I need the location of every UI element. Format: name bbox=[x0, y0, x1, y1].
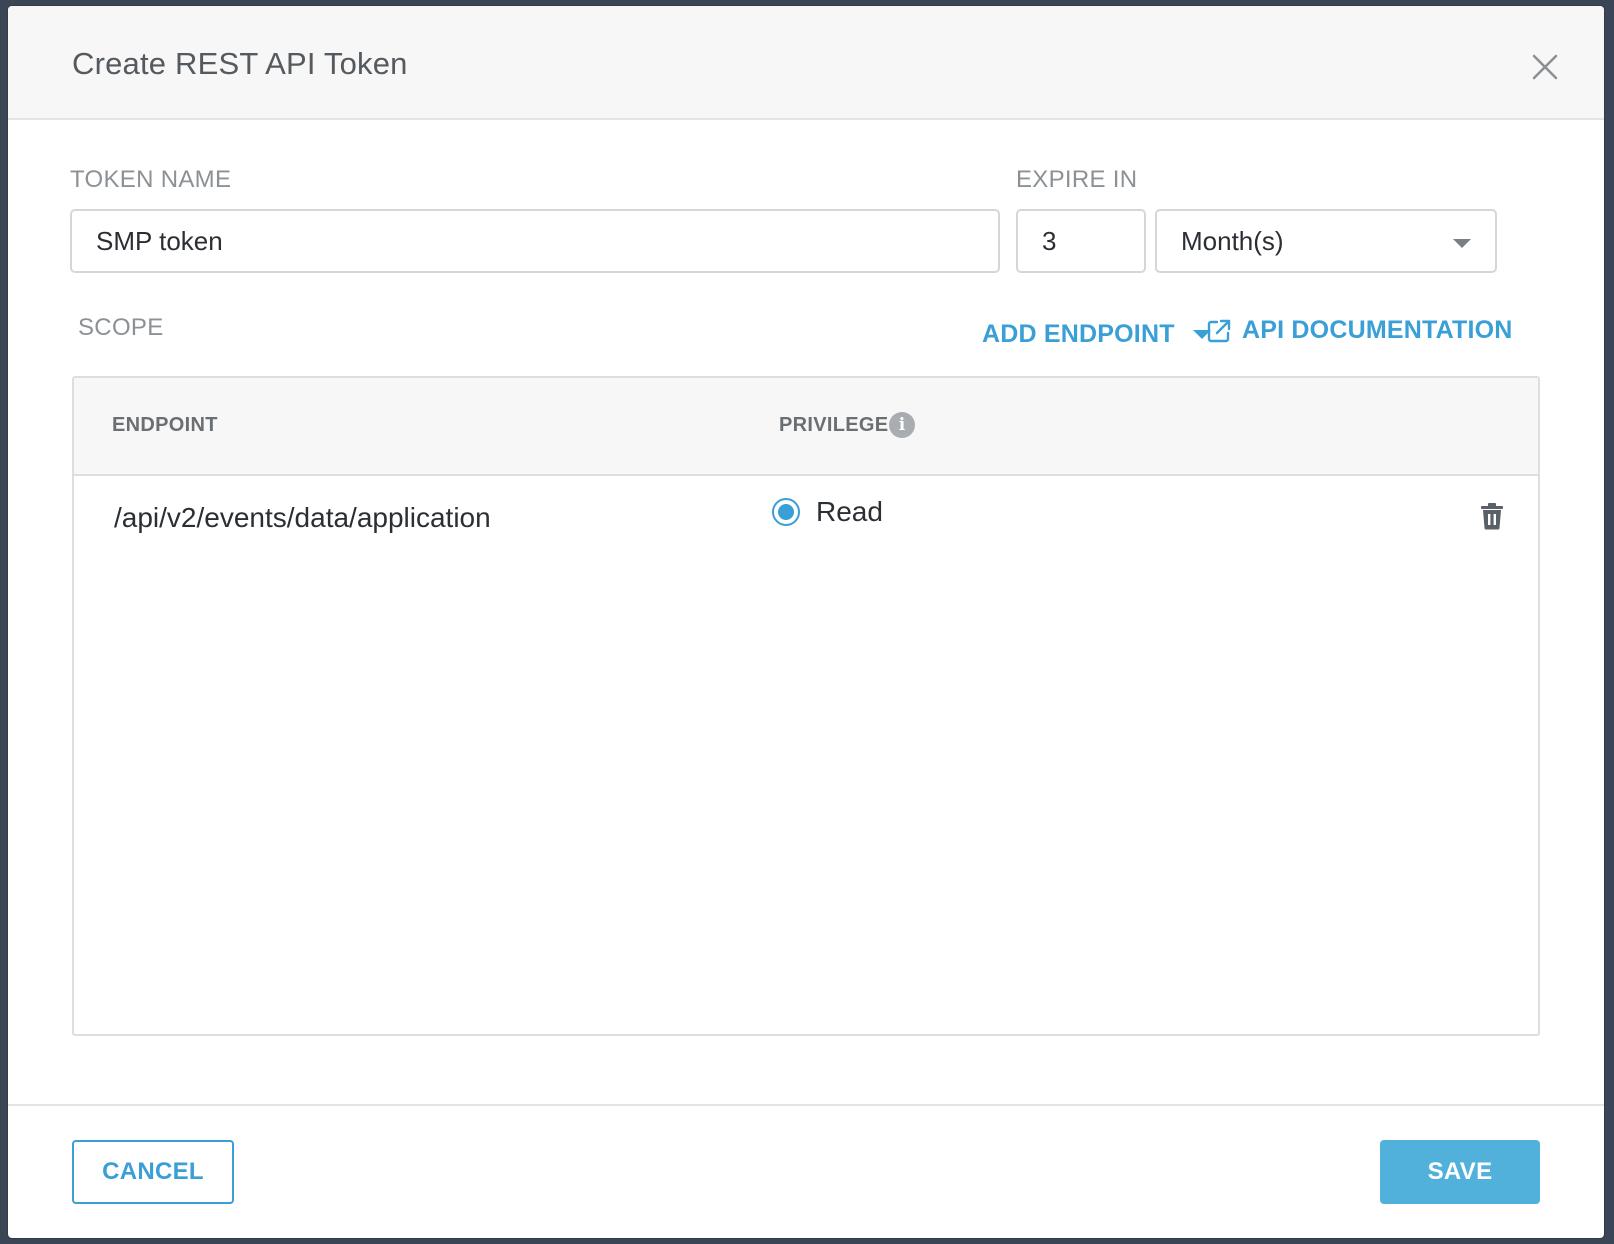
read-privilege-label: Read bbox=[816, 496, 883, 527]
table-header: ENDPOINT PRIVILEGE i bbox=[74, 378, 1538, 476]
column-header-privilege: PRIVILEGE bbox=[779, 414, 889, 436]
api-documentation-link[interactable]: API DOCUMENTATION bbox=[1206, 316, 1513, 345]
dialog-title: Create REST API Token bbox=[72, 46, 408, 81]
expire-in-label: EXPIRE IN bbox=[1016, 166, 1138, 193]
expire-unit-value: Month(s) bbox=[1181, 225, 1284, 256]
token-name-input[interactable]: SMP token bbox=[70, 209, 1000, 273]
api-documentation-label: API DOCUMENTATION bbox=[1242, 316, 1513, 344]
chevron-down-icon bbox=[1453, 239, 1471, 248]
expire-value: 3 bbox=[1042, 225, 1057, 256]
cancel-button[interactable]: CANCEL bbox=[72, 1140, 234, 1204]
radio-selected-dot bbox=[778, 504, 794, 520]
endpoint-cell: /api/v2/events/data/application bbox=[114, 502, 491, 533]
column-header-endpoint: ENDPOINT bbox=[112, 414, 218, 436]
expire-unit-select[interactable]: Month(s) bbox=[1155, 209, 1497, 273]
save-button[interactable]: SAVE bbox=[1380, 1140, 1540, 1204]
create-token-dialog: Create REST API Token TOKEN NAME SMP tok… bbox=[8, 6, 1604, 1238]
token-name-value: SMP token bbox=[96, 225, 223, 256]
trash-icon bbox=[1481, 503, 1503, 530]
dialog-header: Create REST API Token bbox=[8, 6, 1604, 120]
close-icon bbox=[1532, 54, 1558, 80]
external-link-icon bbox=[1207, 319, 1231, 342]
close-button[interactable] bbox=[1528, 50, 1562, 84]
info-icon[interactable]: i bbox=[889, 412, 915, 438]
read-privilege-radio[interactable] bbox=[772, 498, 800, 526]
footer-divider bbox=[8, 1104, 1604, 1106]
scope-table: ENDPOINT PRIVILEGE i /api/v2/events/data… bbox=[72, 376, 1540, 1036]
add-endpoint-label: ADD ENDPOINT bbox=[982, 320, 1175, 348]
token-name-label: TOKEN NAME bbox=[70, 166, 232, 193]
expire-value-input[interactable]: 3 bbox=[1016, 209, 1146, 273]
delete-row-button[interactable] bbox=[1480, 502, 1504, 530]
add-endpoint-button[interactable]: ADD ENDPOINT bbox=[982, 320, 1211, 349]
scope-label: SCOPE bbox=[78, 314, 164, 341]
